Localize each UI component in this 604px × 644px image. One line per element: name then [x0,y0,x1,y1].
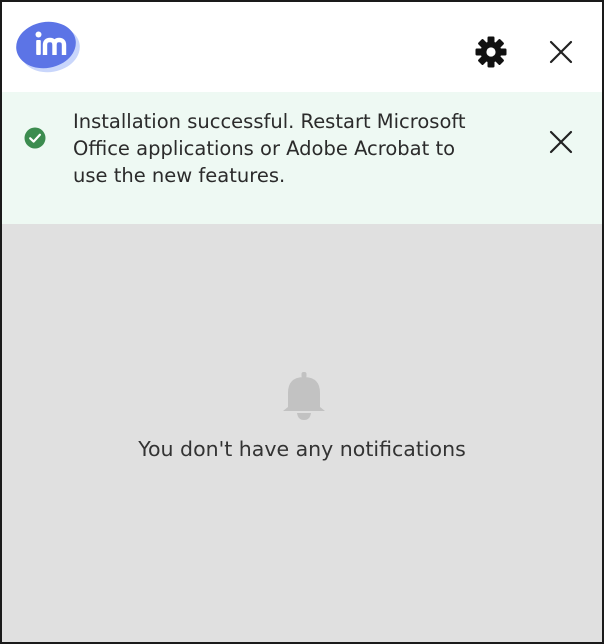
bell-icon [283,372,325,420]
header-bar [2,2,602,92]
banner-message-line: Installation successful. Restart Microso… [73,110,466,133]
banner-message-line: Office applications or Adobe Acrobat to [73,137,456,160]
gear-icon [475,36,507,68]
banner-message-line: use the new features. [73,164,286,187]
empty-state-message: You don't have any notifications [138,437,466,461]
dismiss-banner-button[interactable] [547,128,575,156]
check-circle-icon [24,127,46,149]
settings-button[interactable] [474,35,508,69]
imanage-logo-icon [16,21,80,73]
close-icon [549,40,573,64]
notification-panel-window: Installation successful. Restart Microso… [0,0,604,644]
notifications-list-area [2,224,602,642]
banner-message: Installation successful. Restart Microso… [73,108,513,189]
close-icon [549,130,573,154]
close-window-button[interactable] [547,38,575,66]
